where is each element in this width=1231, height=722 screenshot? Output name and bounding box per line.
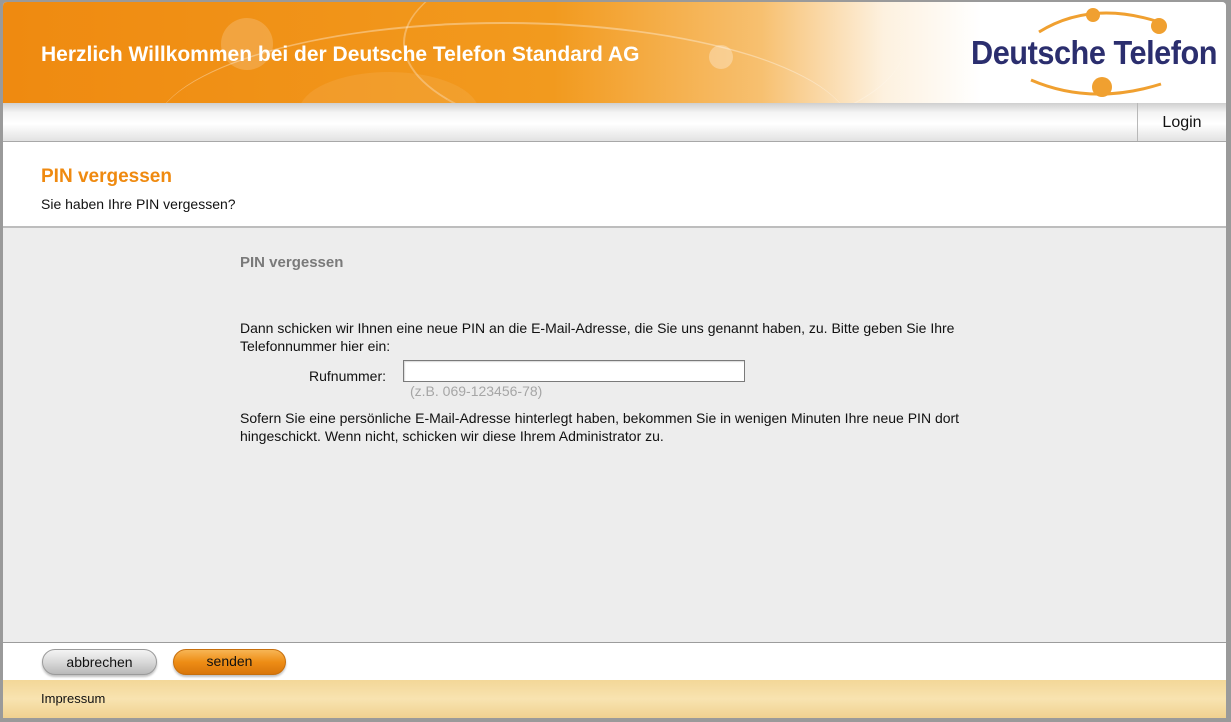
page-header: PIN vergessen Sie haben Ihre PIN vergess… xyxy=(3,142,1226,228)
intro-text: Dann schicken wir Ihnen eine neue PIN an… xyxy=(240,320,955,354)
info-text: Sofern Sie eine persönliche E-Mail-Adres… xyxy=(240,410,960,444)
phone-label: Rufnummer: xyxy=(309,368,387,384)
app-window: Herzlich Willkommen bei der Deutsche Tel… xyxy=(3,2,1226,718)
phone-input[interactable] xyxy=(403,360,745,382)
logo-wordmark: Deutsche Telefon xyxy=(971,34,1218,71)
section-title: PIN vergessen xyxy=(240,254,344,271)
header-banner: Herzlich Willkommen bei der Deutsche Tel… xyxy=(3,2,1226,103)
page-subtitle: Sie haben Ihre PIN vergessen? xyxy=(41,196,236,212)
login-link[interactable]: Login xyxy=(1137,103,1226,141)
main-content: PIN vergessen Dann schicken wir Ihnen ei… xyxy=(3,228,1226,642)
company-logo: Deutsche Telefon xyxy=(961,6,1223,100)
button-bar: abbrechen senden xyxy=(3,642,1226,681)
nav-bar: Login xyxy=(3,103,1226,142)
page-title: PIN vergessen xyxy=(41,166,172,187)
send-button[interactable]: senden xyxy=(173,649,286,675)
impressum-link[interactable]: Impressum xyxy=(41,691,105,706)
footer: Impressum xyxy=(3,680,1226,718)
cancel-button[interactable]: abbrechen xyxy=(42,649,157,675)
banner-decoration xyxy=(709,45,733,69)
phone-hint: (z.B. 069-123456-78) xyxy=(410,383,543,399)
header-title: Herzlich Willkommen bei der Deutsche Tel… xyxy=(41,43,640,66)
